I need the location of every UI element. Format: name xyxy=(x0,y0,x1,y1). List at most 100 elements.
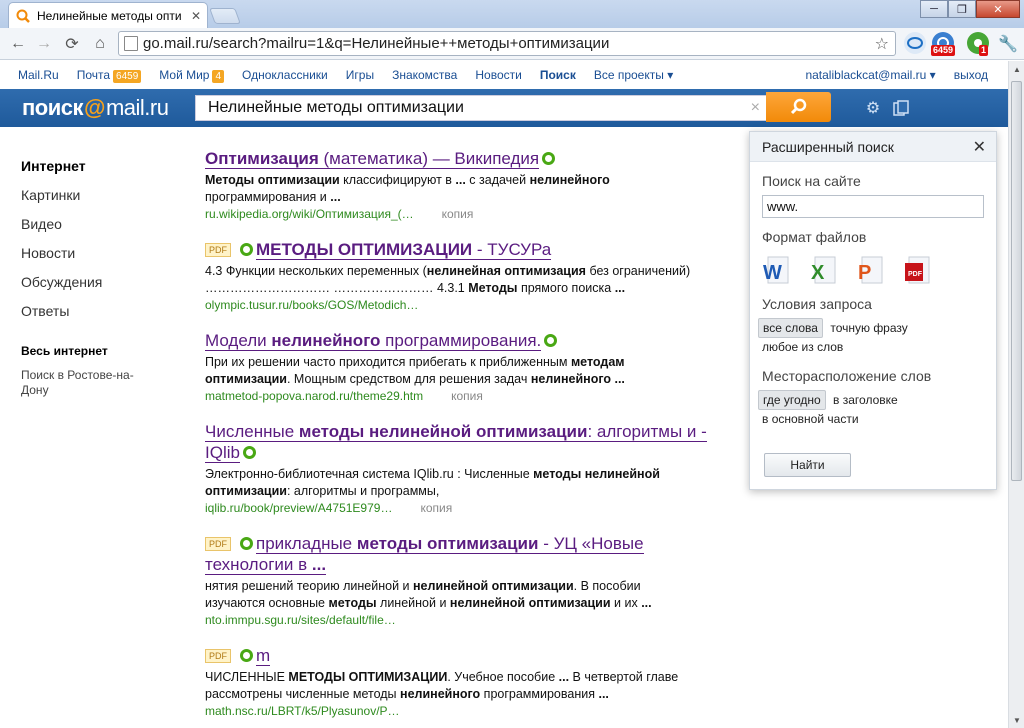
portal-link-mymir[interactable]: Мой Мир 4 xyxy=(159,68,225,83)
address-bar[interactable]: go.mail.ru/search?mailru=1&q=Нелинейные+… xyxy=(118,31,896,56)
scroll-up-arrow-icon[interactable]: ▲ xyxy=(1009,61,1024,77)
close-panel-icon[interactable]: ✕ xyxy=(973,137,986,157)
advanced-search-icon[interactable] xyxy=(892,99,910,117)
powerpoint-doc-icon[interactable]: P xyxy=(856,255,884,285)
forward-arrow-icon[interactable]: → xyxy=(34,34,54,54)
word-glyph: W xyxy=(763,262,782,284)
window-close-button[interactable]: ✕ xyxy=(976,0,1020,18)
settings-gear-icon[interactable]: ⚙ xyxy=(864,99,882,117)
sidebar-item-images[interactable]: Картинки xyxy=(21,181,181,210)
search-input[interactable]: Нелинейные методы оптимизации × xyxy=(195,95,767,121)
logout-link[interactable]: выход xyxy=(954,68,988,82)
wrench-icon[interactable]: 🔧 xyxy=(998,34,1018,54)
portal-nav: Mail.Ru Почта 6459 Мой Мир 4 Одноклассники… xyxy=(0,61,1008,89)
safe-site-icon xyxy=(240,537,253,550)
result-item: PDF прикладные методы оптимизации - УЦ «Н… xyxy=(205,533,725,627)
browser-tab[interactable]: Нелинейные методы опти ✕ xyxy=(8,2,208,28)
option-exact-phrase[interactable]: точную фразу xyxy=(826,319,911,337)
sidebar-item-news[interactable]: Новости xyxy=(21,239,181,268)
result-title-link[interactable]: PDF m xyxy=(205,645,725,666)
excel-doc-icon[interactable]: X xyxy=(809,255,837,285)
option-in-body[interactable]: в основной части xyxy=(758,410,863,428)
cached-copy-link[interactable]: копия xyxy=(442,207,474,221)
pdf-badge: PDF xyxy=(205,243,231,257)
clear-search-icon[interactable]: × xyxy=(751,99,760,117)
result-item: PDF m ЧИСЛЕННЫЕ МЕТОДЫ ОПТИМИЗАЦИИ. Учебн… xyxy=(205,645,725,718)
new-tab-button[interactable] xyxy=(209,8,241,24)
back-arrow-icon[interactable]: ← xyxy=(8,34,28,54)
cached-copy-link[interactable]: копия xyxy=(451,389,483,403)
window-controls: ─ ❐ ✕ xyxy=(920,0,1020,18)
portal-link-ok[interactable]: Одноклассники xyxy=(242,68,328,82)
reload-icon[interactable]: ⟳ xyxy=(62,34,82,54)
green-count-badge: 1 xyxy=(979,45,989,56)
file-format-options: W X P PDF xyxy=(762,255,984,285)
result-url[interactable]: matmetod-popova.narod.ru/theme29.htm копи… xyxy=(205,389,725,403)
portal-link-news[interactable]: Новости xyxy=(475,68,521,82)
portal-link-dating[interactable]: Знакомства xyxy=(392,68,457,82)
mail-counter: 6459 xyxy=(113,69,142,83)
option-in-title[interactable]: в заголовке xyxy=(829,391,902,409)
portal-link-search[interactable]: Поиск xyxy=(540,68,576,82)
search-verticals-sidebar: Интернет Картинки Видео Новости Обсужден… xyxy=(21,152,181,398)
region-link[interactable]: Поиск в Ростове-на-Дону xyxy=(21,368,151,398)
logo-at: @ xyxy=(84,95,105,120)
option-all-words[interactable]: все слова xyxy=(758,318,823,338)
minimize-button[interactable]: ─ xyxy=(920,0,948,18)
result-url[interactable]: nto.immpu.sgu.ru/sites/default/file… xyxy=(205,613,725,627)
result-title-link[interactable]: Модели нелинейного программирования. xyxy=(205,330,725,351)
result-url[interactable]: iqlib.ru/book/preview/A4751E979… копия xyxy=(205,501,725,515)
query-conditions-label: Условия запроса xyxy=(762,296,872,312)
result-title-link[interactable]: Численные методы нелинейной оптимизации:… xyxy=(205,421,725,463)
result-item: PDF МЕТОДЫ ОПТИМИЗАЦИИ - ТУСУРа 4.3 Функц… xyxy=(205,239,725,312)
user-email-link[interactable]: nataliblackcat@mail.ru ▾ xyxy=(805,68,935,82)
advanced-search-panel: Расширенный поиск ✕ Поиск на сайте Форма… xyxy=(749,131,997,490)
pdf-badge: PDF xyxy=(205,537,231,551)
sidebar-item-internet[interactable]: Интернет xyxy=(21,152,181,181)
cached-copy-link[interactable]: копия xyxy=(420,501,452,515)
result-title-link[interactable]: Оптимизация (математика) — Википедия xyxy=(205,148,725,169)
option-anywhere[interactable]: где угодно xyxy=(758,390,826,410)
find-button[interactable]: Найти xyxy=(764,453,851,477)
word-location-options: где угодно в заголовке в основной части xyxy=(758,390,984,429)
search-results: Оптимизация (математика) — Википедия Мет… xyxy=(205,148,725,728)
site-search-input[interactable] xyxy=(762,195,984,218)
tab-close-icon[interactable]: ✕ xyxy=(191,9,201,23)
result-url[interactable]: math.nsc.ru/LBRT/k5/Plyasunov/P… xyxy=(205,704,725,718)
scroll-thumb[interactable] xyxy=(1011,81,1022,481)
sidebar-item-answers[interactable]: Ответы xyxy=(21,297,181,326)
portal-link-all-projects[interactable]: Все проекты ▾ xyxy=(594,68,673,82)
result-url[interactable]: ru.wikipedia.org/wiki/Оптимизация_(… копи… xyxy=(205,207,725,221)
safe-site-icon xyxy=(542,152,556,165)
search-logo[interactable]: поиск @ mail.ru xyxy=(22,95,169,121)
maximize-button[interactable]: ❐ xyxy=(948,0,976,18)
green-extension-icon[interactable]: 1 xyxy=(967,32,989,56)
result-url[interactable]: olympic.tusur.ru/books/GOS/Metodich… xyxy=(205,298,725,312)
portal-link-mail[interactable]: Почта 6459 xyxy=(77,68,142,83)
safe-site-icon xyxy=(242,446,256,459)
result-title-link[interactable]: PDF прикладные методы оптимизации - УЦ «Н… xyxy=(205,533,725,575)
logo-text-right: mail.ru xyxy=(105,95,169,120)
portal-link-games[interactable]: Игры xyxy=(346,68,374,82)
vertical-scrollbar[interactable]: ▲ ▼ xyxy=(1008,61,1024,728)
sidebar-item-discussions[interactable]: Обсуждения xyxy=(21,268,181,297)
scroll-down-arrow-icon[interactable]: ▼ xyxy=(1009,712,1024,728)
user-area: nataliblackcat@mail.ru ▾ выход xyxy=(787,68,988,82)
pdf-doc-icon[interactable]: PDF xyxy=(903,255,931,285)
bookmark-star-icon[interactable]: ☆ xyxy=(875,34,889,54)
mail-extension-icon[interactable]: 6459 xyxy=(931,32,956,56)
portal-link-mailru[interactable]: Mail.Ru xyxy=(18,68,59,82)
sidebar-item-video[interactable]: Видео xyxy=(21,210,181,239)
advanced-search-header: Расширенный поиск ✕ xyxy=(750,132,996,162)
page-icon xyxy=(124,36,138,51)
option-any-word[interactable]: любое из слов xyxy=(758,338,847,356)
browser-toolbar: ← → ⟳ ⌂ go.mail.ru/search?mailru=1&q=Нел… xyxy=(0,28,1024,60)
home-icon[interactable]: ⌂ xyxy=(90,34,110,54)
mail-agent-icon[interactable] xyxy=(904,32,926,54)
file-format-label: Формат файлов xyxy=(762,229,867,245)
mir-counter: 4 xyxy=(212,69,225,83)
search-button[interactable] xyxy=(766,92,831,122)
result-title-link[interactable]: PDF МЕТОДЫ ОПТИМИЗАЦИИ - ТУСУРа xyxy=(205,239,725,260)
site-search-label: Поиск на сайте xyxy=(762,173,861,189)
word-doc-icon[interactable]: W xyxy=(762,255,790,285)
